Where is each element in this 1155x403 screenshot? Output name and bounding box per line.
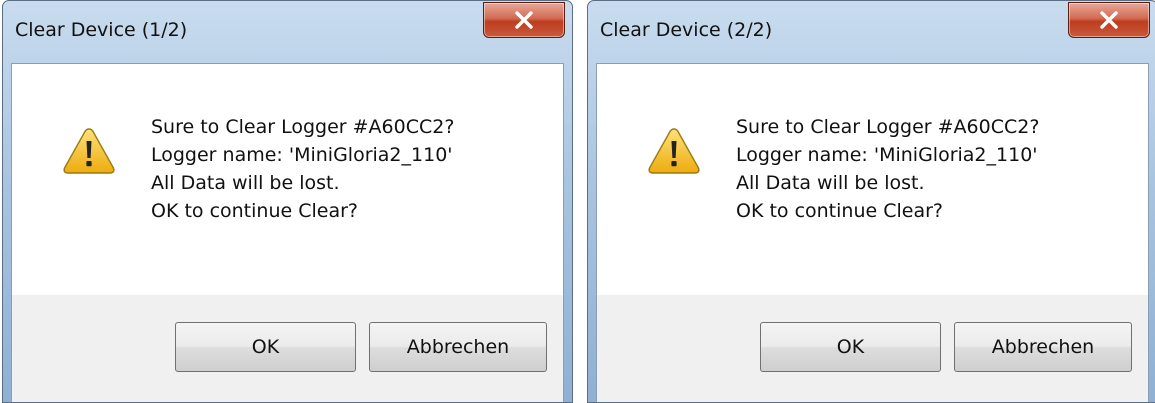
dialog-title: Clear Device (2/2) (600, 19, 773, 41)
message-line: All Data will be lost. (736, 172, 925, 194)
title-bar[interactable]: Clear Device (1/2) (3, 1, 572, 63)
close-button[interactable] (1068, 2, 1150, 38)
message-area: Sure to Clear Logger #A60CC2? Logger nam… (597, 64, 1148, 295)
warning-icon (63, 128, 115, 174)
message-text: Sure to Clear Logger #A60CC2? Logger nam… (151, 113, 454, 225)
title-bar[interactable]: Clear Device (2/2) (588, 1, 1155, 63)
clear-device-dialog-1: Clear Device (1/2) Sure to Clear Logger … (2, 0, 573, 403)
cancel-button[interactable]: Abbrechen (369, 322, 547, 372)
cancel-button[interactable]: Abbrechen (954, 322, 1132, 372)
message-line: Logger name: 'MiniGloria2_110' (151, 144, 453, 166)
message-line: OK to continue Clear? (736, 200, 943, 222)
dialog-client-area: Sure to Clear Logger #A60CC2? Logger nam… (11, 63, 564, 402)
warning-icon (648, 128, 700, 174)
message-line: OK to continue Clear? (151, 200, 358, 222)
message-text: Sure to Clear Logger #A60CC2? Logger nam… (736, 113, 1039, 225)
close-button[interactable] (483, 2, 565, 38)
close-icon (515, 11, 533, 29)
ok-button[interactable]: OK (175, 322, 356, 372)
message-line: Logger name: 'MiniGloria2_110' (736, 144, 1038, 166)
close-icon (1100, 11, 1118, 29)
message-line: All Data will be lost. (151, 172, 340, 194)
message-line: Sure to Clear Logger #A60CC2? (151, 116, 455, 138)
message-line: Sure to Clear Logger #A60CC2? (736, 116, 1040, 138)
ok-button[interactable]: OK (760, 322, 941, 372)
message-area: Sure to Clear Logger #A60CC2? Logger nam… (12, 64, 563, 295)
clear-device-dialog-2: Clear Device (2/2) Sure to Clear Logger … (587, 0, 1155, 403)
dialog-client-area: Sure to Clear Logger #A60CC2? Logger nam… (596, 63, 1149, 402)
dialog-title: Clear Device (1/2) (15, 19, 188, 41)
